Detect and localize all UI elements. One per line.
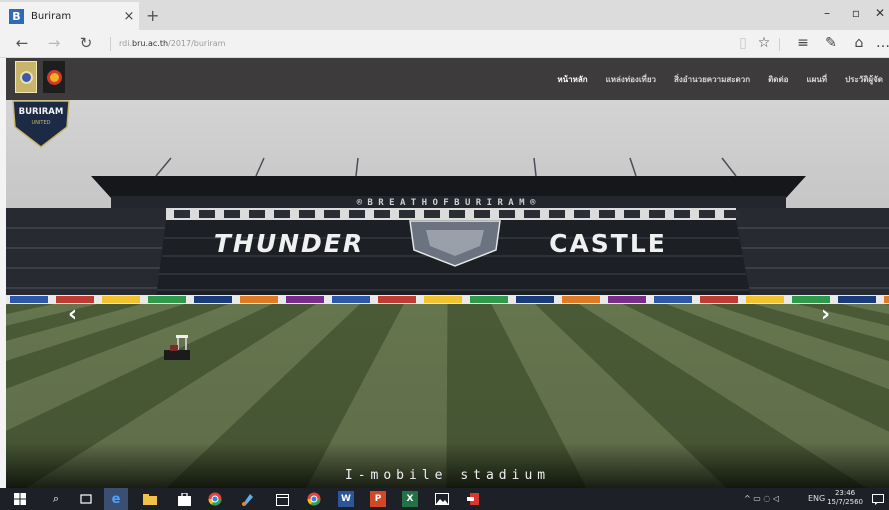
hub-icon[interactable]: ≡ [792, 35, 814, 51]
site-favicon-icon: B [9, 8, 24, 24]
file-explorer-icon[interactable] [142, 491, 158, 507]
favorite-star-icon[interactable]: ☆ [753, 35, 775, 51]
browser-tab[interactable]: B Buriram × [0, 2, 139, 30]
taskbar-clock[interactable]: 23:46 15/7/2560 [827, 489, 863, 507]
reading-view-icon[interactable]: ▯ [732, 35, 754, 51]
url-prefix: rdi. [119, 39, 132, 48]
nav-attractions[interactable]: แหล่งท่องเที่ยว [606, 73, 656, 86]
acrobat-icon[interactable] [466, 491, 482, 507]
photos-icon[interactable] [434, 491, 450, 507]
stadium-banner-text: ® B R E A T H O F B U R I R A M ® [357, 198, 536, 208]
more-icon[interactable]: … [872, 35, 889, 51]
province-logo-icon[interactable] [43, 61, 65, 93]
web-note-icon[interactable]: ✎ [820, 35, 842, 51]
language-indicator[interactable]: ENG [808, 494, 825, 503]
university-logo-icon[interactable] [15, 61, 37, 93]
word-icon[interactable]: W [338, 491, 354, 507]
slider-prev-button[interactable]: ‹ [68, 302, 77, 327]
chrome-icon-2[interactable] [306, 491, 322, 507]
minimize-button[interactable]: – [812, 6, 842, 20]
url-field[interactable]: rdi.bru.ac.th/2017/buriram [119, 39, 225, 48]
web-page: ® B R E A T H O F B U R I R A M ® THUNDE… [6, 58, 889, 488]
site-navbar: หน้าหลัก แหล่งท่องเที่ยว สิ่งอำนวยความสะ… [6, 58, 889, 100]
url-domain: bru.ac.th [132, 39, 169, 48]
address-bar-row: ← → ↻ rdi.bru.ac.th/2017/buriram ▯ ☆ ≡ ✎… [0, 30, 889, 58]
forward-icon[interactable]: → [42, 34, 66, 54]
powerpoint-icon[interactable]: P [370, 491, 386, 507]
buriram-united-crest-icon: BURIRAM UNITED [12, 100, 70, 148]
url-path: /2017/buriram [168, 39, 226, 48]
search-icon[interactable]: ⌕ [48, 491, 64, 507]
calendar-icon[interactable] [274, 491, 290, 507]
store-icon[interactable] [176, 491, 192, 507]
action-center-icon[interactable] [870, 491, 886, 507]
crest-text: BURIRAM [19, 107, 64, 117]
hero-slide-image: ® B R E A T H O F B U R I R A M ® THUNDE… [6, 58, 889, 488]
screen: B Buriram × + – ▫ ✕ ← → ↻ rdi.bru.ac.th/… [0, 0, 889, 510]
tab-title: Buriram [31, 10, 72, 22]
nav-facilities[interactable]: สิ่งอำนวยความสะดวก [674, 73, 750, 86]
refresh-icon[interactable]: ↻ [74, 34, 98, 54]
close-window-button[interactable]: ✕ [865, 6, 889, 20]
toolbar-divider [779, 38, 780, 51]
paint-icon[interactable] [240, 491, 256, 507]
start-icon[interactable] [12, 491, 28, 507]
windows-taskbar: ⌕ e W P X ^ ▭ ◌ ◁ ENG 23:46 15/7/2560 [0, 488, 889, 510]
clock-date: 15/7/2560 [827, 498, 863, 506]
share-icon[interactable]: ⌂ [848, 35, 870, 51]
slider-next-button[interactable]: › [821, 302, 830, 327]
crest-subtext: UNITED [32, 120, 51, 126]
back-icon[interactable]: ← [10, 34, 34, 54]
system-tray-icons[interactable]: ^ ▭ ◌ ◁ [744, 494, 779, 503]
chrome-icon[interactable] [207, 491, 223, 507]
stand-text-thunder: THUNDER [214, 229, 364, 258]
task-view-icon[interactable] [78, 491, 94, 507]
nav-contact[interactable]: ติดต่อ [768, 73, 788, 86]
address-divider [110, 37, 111, 51]
excel-icon[interactable]: X [402, 491, 418, 507]
new-tab-button[interactable]: + [146, 6, 159, 25]
nav-about[interactable]: ประวัติผู้จัด [845, 73, 883, 86]
nav-map[interactable]: แผนที่ [806, 73, 827, 86]
close-tab-button[interactable]: × [119, 9, 139, 24]
browser-tab-bar: B Buriram × + – ▫ ✕ [0, 0, 889, 30]
slide-caption: I-mobile stadium [344, 468, 551, 483]
stand-text-castle: CASTLE [549, 229, 667, 258]
edge-icon[interactable]: e [104, 488, 128, 510]
site-menu: หน้าหลัก แหล่งท่องเที่ยว สิ่งอำนวยความสะ… [557, 73, 883, 86]
clock-time: 23:46 [834, 489, 856, 497]
nav-home[interactable]: หน้าหลัก [557, 73, 587, 86]
